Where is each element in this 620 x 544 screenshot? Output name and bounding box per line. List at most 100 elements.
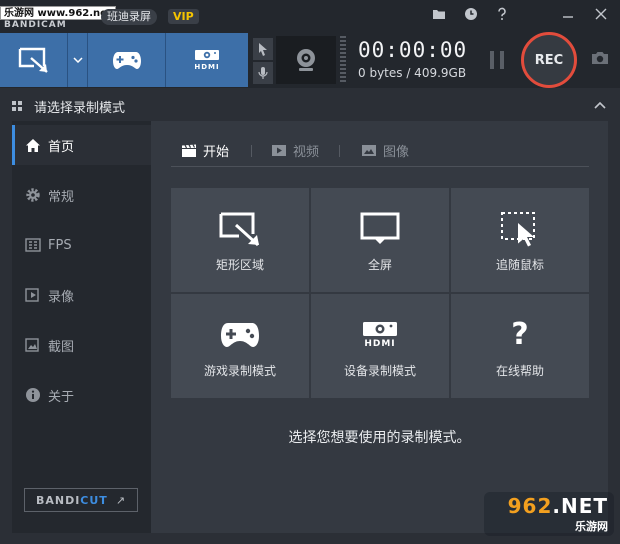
question-glyph: ? <box>511 317 529 352</box>
game-mode-button[interactable] <box>88 33 166 87</box>
gamepad-icon <box>220 314 260 356</box>
app-name: 班迪录屏 <box>101 9 157 25</box>
question-icon: ? <box>511 314 528 356</box>
chevron-down-icon <box>72 57 83 63</box>
sidebar: 首页 常规 FPS 录像 截图 关于 BANDI CUT ↗ <box>12 121 151 533</box>
sidebar-item-fps[interactable]: FPS <box>12 225 151 265</box>
tile-label: 设备录制模式 <box>343 363 416 378</box>
image-icon <box>361 144 377 157</box>
watermark-top: 乐游网 www.962.net <box>0 6 116 20</box>
bandicut-label-b: CUT <box>80 493 108 507</box>
vip-badge[interactable]: VIP <box>168 9 199 24</box>
tab-image[interactable]: 图像 <box>361 141 409 160</box>
camera-icon <box>592 52 608 64</box>
clock-icon[interactable] <box>459 4 483 24</box>
tab-video[interactable]: 视频 <box>271 141 319 160</box>
sidebar-item-screenshot[interactable]: 截图 <box>12 325 151 365</box>
collapse-button[interactable] <box>594 98 606 112</box>
tile-online-help[interactable]: ? 在线帮助 <box>451 294 589 398</box>
content-tabs: 开始 视频 图像 <box>171 139 589 167</box>
device-mode-button[interactable]: HDMI <box>166 33 248 87</box>
sidebar-item-label: 首页 <box>48 139 75 155</box>
watermark-bottom: 962.NET 乐游网 <box>484 492 614 536</box>
folder-icon[interactable] <box>427 4 451 24</box>
sidebar-item-label: FPS <box>48 237 72 253</box>
tile-hdmi-label: HDMI <box>364 338 396 349</box>
tab-label: 视频 <box>293 145 320 160</box>
sidebar-item-label: 常规 <box>48 189 75 205</box>
chevron-up-icon <box>594 101 606 109</box>
webcam-button[interactable] <box>276 36 336 84</box>
sidebar-item-label: 截图 <box>48 339 75 355</box>
tile-label: 游戏录制模式 <box>203 363 276 378</box>
tile-device-mode[interactable]: HDMI 设备录制模式 <box>311 294 449 398</box>
follow-mouse-icon <box>500 208 540 250</box>
fps-icon <box>23 235 43 255</box>
gamepad-icon <box>112 52 141 69</box>
video-icon <box>23 285 43 305</box>
tile-label: 追随鼠标 <box>495 257 544 272</box>
tile-label: 全屏 <box>367 257 392 272</box>
tile-follow-mouse[interactable]: 追随鼠标 <box>451 188 589 292</box>
cursor-icon <box>259 43 267 56</box>
mode-tiles: 矩形区域 全屏 追随鼠标 游戏录制模式 HDMI 设备录制模式 ? 在线帮助 <box>171 188 589 398</box>
watermark-digit: 6 <box>522 494 538 518</box>
help-icon[interactable] <box>490 4 514 24</box>
tile-game-mode[interactable]: 游戏录制模式 <box>171 294 309 398</box>
rectangle-area-icon <box>218 208 262 250</box>
sidebar-item-about[interactable]: 关于 <box>12 375 151 415</box>
mode-header: 请选择录制模式 <box>0 92 620 118</box>
bandicut-button[interactable]: BANDI CUT ↗ <box>24 488 138 512</box>
tile-rectangle-area[interactable]: 矩形区域 <box>171 188 309 292</box>
watermark-site: 乐游网 <box>575 520 608 533</box>
monitor-icon <box>360 208 400 250</box>
tab-divider <box>339 145 340 157</box>
microphone-icon <box>258 67 268 79</box>
play-icon <box>271 144 287 157</box>
watermark-number: 962.NET <box>508 494 608 518</box>
pause-button[interactable] <box>490 51 504 69</box>
tab-label: 开始 <box>203 145 230 160</box>
sidebar-item-label: 录像 <box>48 289 75 305</box>
mode-dropdown-button[interactable] <box>68 33 88 87</box>
mode-hint-text: 选择您想要使用的录制模式。 <box>288 430 471 446</box>
header-title: 请选择录制模式 <box>34 101 126 116</box>
tab-label: 图像 <box>383 145 410 160</box>
clapper-icon <box>181 143 197 158</box>
tile-label: 在线帮助 <box>495 363 544 378</box>
rectangle-mode-button[interactable] <box>0 33 68 87</box>
recording-timer: 00:00:00 <box>358 38 468 62</box>
gear-icon <box>23 185 43 205</box>
bandicut-label-a: BANDI <box>35 493 81 507</box>
title-bar: 乐游网 www.962.net BANDICAM 班迪录屏 VIP <box>0 0 620 32</box>
audio-level-meter <box>340 36 346 84</box>
cursor-effect-button[interactable] <box>253 38 273 60</box>
sidebar-item-video[interactable]: 录像 <box>12 275 151 315</box>
sidebar-item-label: 关于 <box>48 389 75 405</box>
file-size-readout: 0 bytes / 409.9GB <box>358 66 467 80</box>
screenshot-icon <box>23 335 43 355</box>
home-icon <box>23 135 43 155</box>
sidebar-item-home[interactable]: 首页 <box>12 125 151 165</box>
minimize-icon[interactable] <box>556 4 580 24</box>
sidebar-item-general[interactable]: 常规 <box>12 175 151 215</box>
tab-divider <box>251 145 252 157</box>
hdmi-icon: HDMI <box>362 314 398 356</box>
screenshot-button[interactable] <box>590 50 610 69</box>
rec-button[interactable]: REC <box>521 32 577 88</box>
tile-fullscreen[interactable]: 全屏 <box>311 188 449 292</box>
tile-label: 矩形区域 <box>215 257 264 272</box>
rectangle-area-icon <box>18 47 48 73</box>
hdmi-icon <box>195 50 219 60</box>
watermark-domain: .NET <box>552 494 608 518</box>
tab-start[interactable]: 开始 <box>181 141 229 160</box>
external-link-icon: ↗ <box>115 493 127 507</box>
watermark-digit: 9 <box>507 494 523 518</box>
watermark-digit: 2 <box>537 494 553 518</box>
info-icon <box>23 385 43 405</box>
main-content: 开始 视频 图像 矩形区域 全屏 追随鼠标 游戏录制模式 HDMI 设备录制模式… <box>151 121 608 533</box>
close-icon[interactable] <box>589 4 613 24</box>
webcam-icon <box>297 49 315 71</box>
hdmi-label: HDMI <box>194 63 220 71</box>
microphone-button[interactable] <box>253 62 273 84</box>
